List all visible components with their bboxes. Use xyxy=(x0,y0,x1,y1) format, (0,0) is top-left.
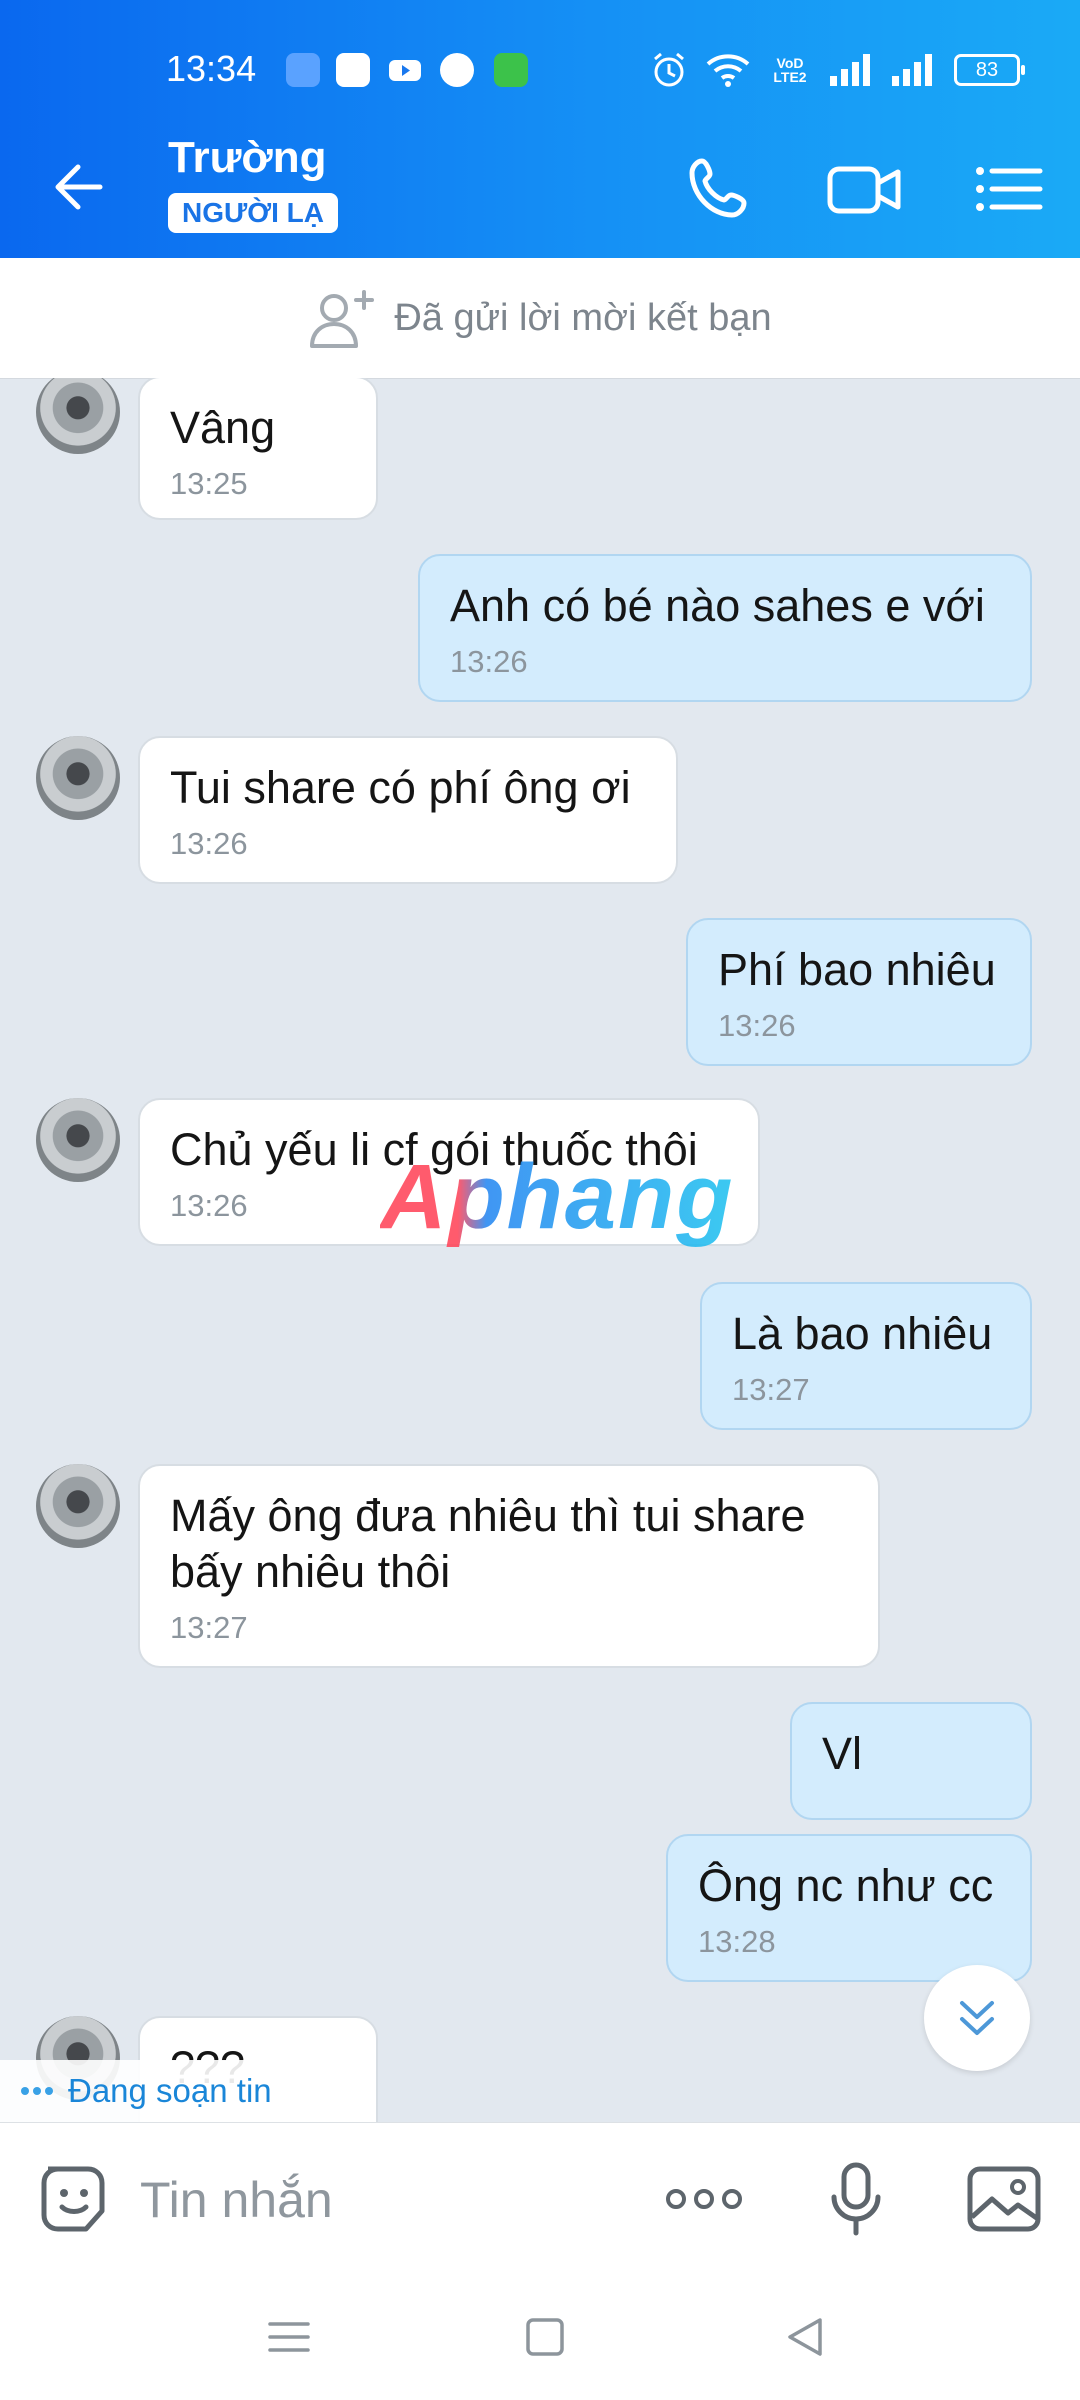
typing-indicator: Đang soạn tin xyxy=(0,2060,292,2122)
microphone-icon[interactable] xyxy=(816,2159,896,2239)
system-status-icons: VoD LTE2 83 xyxy=(652,48,1025,92)
youtube-icon xyxy=(388,53,422,87)
top-bar: 13:34 VoD LTE2 83 Trường NGƯỜI LẠ xyxy=(0,0,1080,258)
avatar[interactable] xyxy=(36,378,120,454)
chat-header: Trường NGƯỜI LẠ xyxy=(0,115,1080,258)
message-text: Ông nc như cc xyxy=(698,1860,994,1911)
shield-icon xyxy=(494,53,528,87)
typing-text: Đang soạn tin xyxy=(68,2072,272,2109)
message-text: Vâng xyxy=(170,402,276,453)
avatar[interactable] xyxy=(36,1098,120,1182)
menu-list-icon[interactable] xyxy=(968,151,1048,227)
message-input[interactable] xyxy=(138,2159,622,2241)
back-arrow-icon[interactable] xyxy=(42,149,118,225)
message-text: Phí bao nhiêu xyxy=(718,944,996,995)
app-notification-icon xyxy=(440,53,474,87)
message-time: 13:28 xyxy=(698,1924,776,1959)
avatar[interactable] xyxy=(36,1464,120,1548)
emoji-sticker-icon[interactable] xyxy=(34,2159,114,2239)
status-time: 13:34 xyxy=(166,48,257,89)
signal-icon xyxy=(830,54,870,86)
video-call-icon[interactable] xyxy=(824,151,904,227)
more-options-icon[interactable] xyxy=(664,2159,744,2239)
system-navigation-bar xyxy=(0,2274,1080,2400)
wifi-icon xyxy=(706,54,750,87)
recent-apps-icon[interactable] xyxy=(264,2312,314,2362)
double-chevron-down-icon xyxy=(960,2001,994,2035)
message-bubble-incoming[interactable]: Chủ yếu li cf gói thuốc thôi 13:26 xyxy=(138,1098,760,1246)
message-text: Anh có bé nào sahes e với xyxy=(450,580,985,631)
message-time: 13:27 xyxy=(732,1372,810,1407)
message-text: Tui share có phí ông ơi xyxy=(170,762,631,813)
message-time: 13:27 xyxy=(170,1610,248,1645)
typing-dots-icon xyxy=(21,2087,53,2095)
friend-request-bar[interactable]: Đã gửi lời mời kết bạn xyxy=(0,258,1080,379)
stranger-badge: NGƯỜI LẠ xyxy=(168,193,338,233)
friend-request-text: Đã gửi lời mời kết bạn xyxy=(394,296,772,339)
add-friend-icon xyxy=(310,290,375,348)
home-icon[interactable] xyxy=(520,2312,570,2362)
scroll-to-bottom-button[interactable] xyxy=(924,1965,1030,2071)
message-bubble-incoming[interactable]: Mấy ông đưa nhiêu thì tui share bấy nhiê… xyxy=(138,1464,880,1668)
message-bubble-outgoing[interactable]: Ông nc như cc 13:28 xyxy=(666,1834,1032,1982)
message-time: 13:26 xyxy=(450,644,528,679)
message-time: 13:26 xyxy=(170,826,248,861)
message-time: 13:25 xyxy=(170,466,248,501)
message-bubble-outgoing[interactable]: Phí bao nhiêu 13:26 xyxy=(686,918,1032,1066)
battery-indicator: 83 xyxy=(954,54,1025,86)
phone-icon[interactable] xyxy=(680,151,760,227)
message-bubble-outgoing[interactable]: Là bao nhiêu 13:27 xyxy=(700,1282,1032,1430)
back-nav-icon[interactable] xyxy=(780,2312,830,2362)
message-bubble-incoming[interactable]: Tui share có phí ông ơi 13:26 xyxy=(138,736,678,884)
signal-icon xyxy=(892,54,932,86)
status-bar: 13:34 VoD LTE2 83 xyxy=(0,0,1080,115)
message-bubble-outgoing[interactable]: Vl xyxy=(790,1702,1032,1820)
contact-name[interactable]: Trường xyxy=(168,133,326,183)
message-time: 13:26 xyxy=(718,1008,796,1043)
app-notification-icon xyxy=(336,53,370,87)
message-time: 13:26 xyxy=(170,1188,248,1223)
image-gallery-icon[interactable] xyxy=(964,2159,1044,2239)
message-bubble-incoming[interactable]: Vâng 13:25 xyxy=(138,378,378,520)
message-bubble-outgoing[interactable]: Anh có bé nào sahes e với 13:26 xyxy=(418,554,1032,702)
message-text: Vl xyxy=(822,1728,863,1779)
chat-area[interactable]: Vâng 13:25 Anh có bé nào sahes e với 13:… xyxy=(0,378,1080,2122)
avatar[interactable] xyxy=(36,736,120,820)
message-composer xyxy=(0,2122,1080,2275)
message-text: Là bao nhiêu xyxy=(732,1308,993,1359)
app-notification-icon xyxy=(286,53,320,87)
message-text: Mấy ông đưa nhiêu thì tui share bấy nhiê… xyxy=(170,1490,806,1597)
network-label: VoD LTE2 xyxy=(773,55,807,85)
alarm-icon xyxy=(654,52,684,87)
message-text: Chủ yếu li cf gói thuốc thôi xyxy=(170,1124,698,1175)
